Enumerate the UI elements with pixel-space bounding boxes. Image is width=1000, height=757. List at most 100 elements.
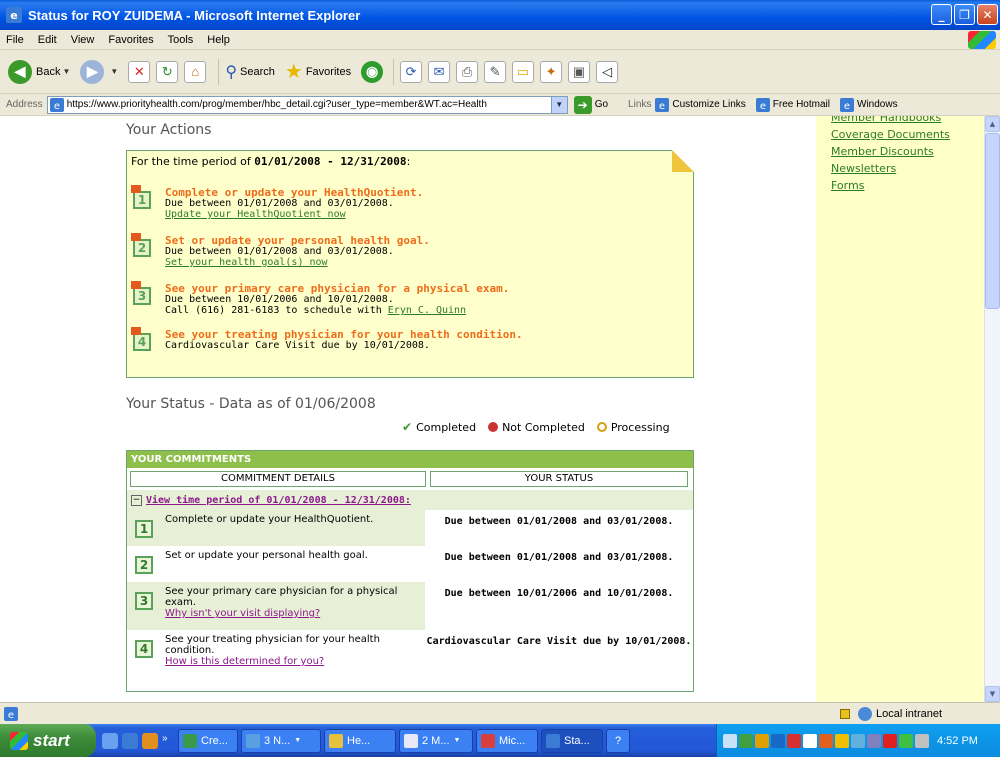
scroll-thumb[interactable] [985, 133, 1000, 309]
taskbar-button-3n[interactable]: 3 N... ▼ [241, 728, 321, 753]
restore-button[interactable]: ❐ [954, 4, 975, 25]
tray-icon[interactable] [835, 733, 849, 748]
tray-icon[interactable] [899, 733, 913, 748]
page-icon: e [49, 97, 64, 112]
forward-button[interactable]: ▶ ▼ [80, 59, 118, 84]
taskbar-button-mic[interactable]: Mic... [476, 728, 538, 753]
refresh-icon[interactable]: ↻ [156, 60, 179, 83]
minimize-button[interactable]: _ [931, 4, 952, 25]
close-button[interactable]: ✕ [977, 4, 998, 25]
commitments-table: YOUR COMMITMENTS COMMITMENT DETAILS YOUR… [126, 450, 694, 692]
how-determined-link[interactable]: How is this determined for you? [165, 656, 324, 667]
forms-link[interactable]: Forms [831, 177, 984, 194]
folder-icon[interactable]: ▭ [512, 60, 535, 83]
coverage-documents-link[interactable]: Coverage Documents [831, 126, 984, 143]
tray-icon[interactable] [915, 733, 929, 748]
task-icon [183, 733, 197, 748]
commitment-detail: See your treating physician for your hea… [165, 634, 380, 656]
period-row: − View time period of 01/01/2008 - 12/31… [127, 490, 693, 510]
member-discounts-link[interactable]: Member Discounts [831, 143, 984, 160]
edit-icon[interactable]: ✎ [484, 60, 507, 83]
windows-logo-icon [968, 31, 996, 49]
tray-icon[interactable] [803, 733, 817, 748]
overflow-chevron-icon[interactable]: » [162, 733, 172, 749]
update-healthquotient-link[interactable]: Update your HealthQuotient now [165, 209, 346, 220]
search-button[interactable]: ⚲ Search [225, 62, 275, 82]
menu-favorites[interactable]: Favorites [108, 34, 153, 46]
research-icon[interactable]: ▣ [568, 60, 591, 83]
link-free-hotmail[interactable]: e Free Hotmail [755, 97, 830, 112]
link-windows[interactable]: e Windows [840, 97, 898, 112]
norton-icon[interactable] [883, 733, 897, 748]
tray-icon[interactable] [787, 733, 801, 748]
taskbar-button-he[interactable]: He... [324, 728, 396, 753]
completed-check-icon: ✔ [402, 420, 413, 434]
start-button[interactable]: start [0, 724, 96, 757]
print-icon[interactable]: ⎙ [456, 60, 479, 83]
history-icon[interactable]: ⟳ [400, 60, 423, 83]
address-input[interactable]: e https://www.priorityhealth.com/prog/me… [46, 95, 552, 114]
go-button[interactable]: ➔ Go [573, 95, 608, 114]
actions-title: Your Actions [126, 122, 212, 138]
media-icon[interactable]: ◉ [361, 60, 384, 83]
menu-file[interactable]: File [6, 34, 24, 46]
taskbar-button-cre[interactable]: Cre... [178, 728, 238, 753]
menu-edit[interactable]: Edit [38, 34, 57, 46]
svg-text:e: e [54, 101, 60, 112]
flag-icon [131, 281, 141, 289]
go-arrow-icon: ➔ [573, 95, 592, 114]
back-arrow-icon: ◀ [8, 59, 32, 84]
status-bar: e Local intranet [0, 702, 1000, 724]
task-icon [246, 733, 260, 748]
set-health-goal-link[interactable]: Set your health goal(s) now [165, 257, 328, 268]
home-icon[interactable]: ⌂ [184, 60, 207, 83]
favorites-button[interactable]: ★ Favorites [285, 59, 351, 84]
address-dropdown-icon[interactable]: ▼ [551, 95, 568, 114]
physician-link[interactable]: Eryn C. Quinn [388, 305, 466, 316]
tray-icon[interactable] [723, 733, 737, 748]
menu-view[interactable]: View [71, 34, 95, 46]
search-label: Search [240, 65, 275, 78]
vertical-scrollbar[interactable]: ▲ ▼ [984, 116, 1000, 702]
menu-help[interactable]: Help [207, 34, 230, 46]
task-icon [404, 733, 418, 748]
scroll-down-icon[interactable]: ▼ [985, 686, 1000, 702]
forward-arrow-icon: ▶ [80, 59, 105, 84]
member-handbooks-link[interactable]: Member Handbooks [831, 116, 984, 126]
tray-icon[interactable] [739, 733, 753, 748]
tray-icon[interactable] [867, 733, 881, 748]
messenger-quicklaunch-icon[interactable] [142, 732, 158, 749]
ie-quicklaunch-icon[interactable] [122, 732, 138, 749]
back-button[interactable]: ◀ Back ▼ [8, 59, 70, 84]
tray-icon[interactable] [771, 733, 785, 748]
messenger-icon[interactable]: ✦ [540, 60, 563, 83]
tray-icon[interactable] [851, 733, 865, 748]
collapse-icon[interactable]: − [131, 494, 142, 506]
help-task-icon[interactable]: ? [606, 728, 630, 753]
period-value: 01/01/2008 - 12/31/2008 [254, 155, 407, 168]
menu-tools[interactable]: Tools [168, 34, 194, 46]
toolbar-extra-icon[interactable]: ◁ [596, 60, 619, 83]
page-done-icon: e [4, 706, 18, 721]
address-url: https://www.priorityhealth.com/prog/memb… [66, 99, 487, 110]
taskbar-button-2m[interactable]: 2 M... ▼ [399, 728, 473, 753]
svg-text:e: e [10, 9, 17, 22]
table-row: 3 See your primary care physician for a … [127, 582, 693, 630]
scroll-up-icon[interactable]: ▲ [985, 116, 1000, 132]
why-visit-not-displaying-link[interactable]: Why isn't your visit displaying? [165, 608, 320, 619]
tray-icon[interactable] [755, 733, 769, 748]
tray-icon[interactable] [819, 733, 833, 748]
task-icon [546, 733, 560, 748]
title-bar: e Status for ROY ZUIDEMA - Microsoft Int… [0, 0, 1000, 30]
action-item: 1 Complete or update your HealthQuotient… [131, 185, 673, 220]
mail-icon[interactable]: ✉ [428, 60, 451, 83]
newsletters-link[interactable]: Newsletters [831, 160, 984, 177]
taskbar-button-sta[interactable]: Sta... [541, 728, 603, 753]
links-label: Links [628, 99, 652, 110]
desktop-icon[interactable] [102, 732, 118, 749]
stop-icon[interactable]: ✕ [128, 60, 151, 83]
legend-completed: Completed [416, 420, 477, 434]
view-period-link[interactable]: View time period of 01/01/2008 - 12/31/2… [146, 495, 411, 506]
legend-not-completed: Not Completed [502, 420, 585, 434]
link-customize-links[interactable]: e Customize Links [655, 97, 746, 112]
